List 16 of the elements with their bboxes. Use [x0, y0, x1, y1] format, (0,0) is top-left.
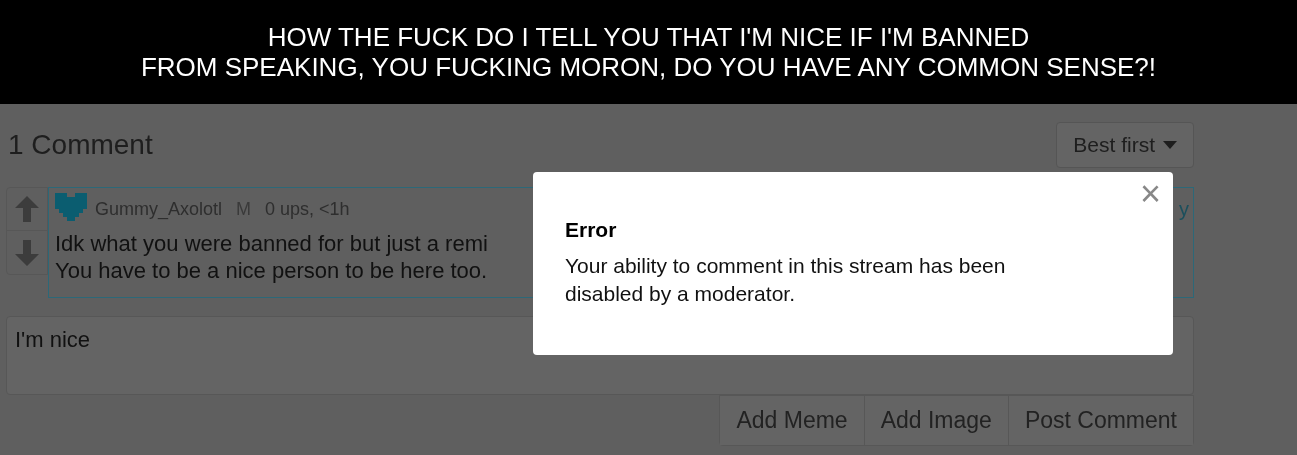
action-button[interactable]: Add Image — [863, 396, 1008, 445]
action-button[interactable]: Add Meme — [720, 396, 864, 445]
comment-text: You have to be a nice person to be here too. — [55, 257, 488, 284]
comment-text: Idk what you were banned for but just a remi — [55, 230, 488, 257]
dialog-message: Your ability to comment in this stream has been disabled by a moderator. — [565, 252, 1007, 307]
arrow-up-icon — [15, 196, 39, 222]
comments-title: 1 Comment — [8, 128, 153, 162]
reply-link[interactable]: y — [1179, 194, 1189, 224]
close-button[interactable]: × — [1139, 174, 1161, 214]
caption: FROM SPEAKING, YOU FUCKING MORON, DO YOU HAVE ANY COMMON SENSE?! — [140, 52, 1157, 82]
sort-dropdown[interactable]: Best first — [1056, 122, 1194, 168]
caret-icon — [1163, 141, 1177, 149]
action-button[interactable]: Post Comment — [1007, 396, 1193, 445]
dialog-title: Error — [565, 217, 618, 243]
caption: HOW THE FUCK DO I TELL YOU THAT I'M NICE IF I'M BANNED — [267, 22, 1030, 52]
arrow-down-icon — [15, 239, 39, 266]
